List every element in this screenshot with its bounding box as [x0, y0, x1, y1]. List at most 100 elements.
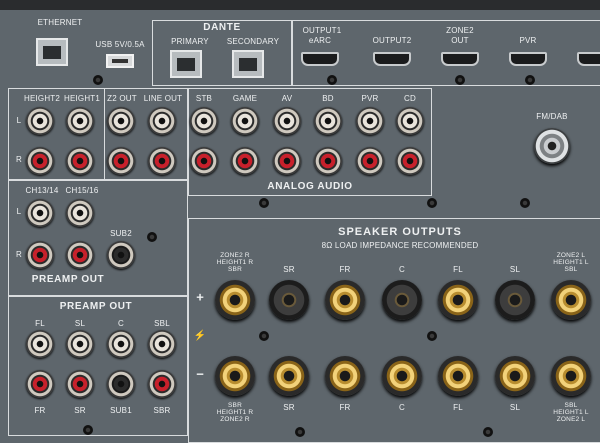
hdmi-output2-port[interactable] — [373, 52, 411, 66]
hdmi-output1-port[interactable] — [301, 52, 339, 66]
lightning-hazard-icon: ⚡ — [193, 330, 207, 342]
speaker-c-positive-terminal[interactable] — [382, 280, 422, 320]
speaker-sr-positive-terminal[interactable] — [269, 280, 309, 320]
speaker-fl-positive-terminal[interactable] — [438, 280, 478, 320]
ch1314-left-jack[interactable] — [26, 199, 54, 227]
preamp-sub1-label: SUB1 — [110, 406, 132, 415]
hdmi-earc-label: eARC — [308, 36, 332, 45]
preamp-sl-jack[interactable] — [66, 330, 94, 358]
ch1516-right-jack[interactable] — [66, 241, 94, 269]
hdmi-next-port[interactable] — [577, 52, 600, 66]
screw — [455, 75, 465, 85]
hdmi-pvr-port[interactable] — [509, 52, 547, 66]
positive-symbol: + — [196, 289, 204, 305]
ch1314-right-jack[interactable] — [26, 241, 54, 269]
preamp-sub1-jack[interactable] — [107, 370, 135, 398]
preamp-sbl-label: SBL — [154, 319, 170, 328]
analog-pvr-label: PVR — [361, 94, 379, 103]
speaker-zone2l-positive-terminal[interactable] — [551, 280, 591, 320]
analog-pvr-right-jack[interactable] — [356, 147, 384, 175]
preamp-sbl-jack[interactable] — [148, 330, 176, 358]
analog-av-left-jack[interactable] — [273, 107, 301, 135]
mid-left-label: L — [16, 207, 22, 216]
fm-dab-antenna-connector[interactable] — [534, 128, 570, 164]
preamp-fl-label: FL — [35, 319, 45, 328]
screw — [259, 331, 269, 341]
preamp-sbr-label: SBR — [153, 406, 171, 415]
speaker-sl-positive-terminal[interactable] — [495, 280, 535, 320]
ch1516-label: CH15/16 — [65, 186, 99, 195]
preamp-fl-jack[interactable] — [26, 330, 54, 358]
height1-label: HEIGHT1 — [63, 94, 101, 103]
speaker-impedance-note: 8Ω LOAD IMPEDANCE RECOMMENDED — [321, 241, 479, 250]
speaker-c-negative-terminal[interactable] — [382, 356, 422, 396]
preamp-sbr-jack[interactable] — [148, 370, 176, 398]
sub2-label: SUB2 — [110, 229, 132, 238]
preamp-sr-jack[interactable] — [66, 370, 94, 398]
hdmi-output2-label: OUTPUT2 — [372, 36, 412, 45]
speaker-sl-top-label: SL — [509, 265, 521, 274]
speaker-fr-negative-terminal[interactable] — [325, 356, 365, 396]
screw — [147, 232, 157, 242]
usb-port[interactable] — [106, 54, 134, 68]
screw — [83, 425, 93, 435]
z2out-label: Z2 OUT — [107, 94, 137, 103]
analog-game-right-jack[interactable] — [231, 147, 259, 175]
height2-right-jack[interactable] — [26, 147, 54, 175]
analog-av-right-jack[interactable] — [273, 147, 301, 175]
dante-primary-port[interactable] — [170, 50, 202, 78]
screw — [427, 331, 437, 341]
speaker-sr-negative-terminal[interactable] — [269, 356, 309, 396]
analog-bd-left-jack[interactable] — [314, 107, 342, 135]
speaker-c-top-label: C — [399, 265, 405, 274]
lineout-left-jack[interactable] — [148, 107, 176, 135]
speaker-fr-positive-terminal[interactable] — [325, 280, 365, 320]
analog-game-left-jack[interactable] — [231, 107, 259, 135]
analog-stb-left-jack[interactable] — [190, 107, 218, 135]
speaker-zone2l-negative-terminal[interactable] — [551, 356, 591, 396]
speaker-sr-bottom-label: SR — [283, 403, 295, 412]
height1-left-jack[interactable] — [66, 107, 94, 135]
analog-pvr-left-jack[interactable] — [356, 107, 384, 135]
ethernet-port[interactable] — [36, 38, 68, 66]
ch1516-left-jack[interactable] — [66, 199, 94, 227]
analog-bd-label: BD — [322, 94, 334, 103]
analog-stb-right-jack[interactable] — [190, 147, 218, 175]
z2out-right-jack[interactable] — [107, 147, 135, 175]
analog-stb-label: STB — [195, 94, 213, 103]
preamp-c-jack[interactable] — [107, 330, 135, 358]
speaker-zone2r-top-label: ZONE2 R HEIGHT1 R SBR — [216, 252, 254, 273]
sub2-jack[interactable] — [107, 241, 135, 269]
hdmi-zone2-port[interactable] — [441, 52, 479, 66]
ethernet-label: ETHERNET — [37, 18, 83, 27]
analog-audio-title: ANALOG AUDIO — [267, 181, 353, 192]
speaker-sbr-bottom-label: SBR HEIGHT1 R ZONE2 R — [216, 402, 254, 423]
z2out-left-jack[interactable] — [107, 107, 135, 135]
speaker-sl-bottom-label: SL — [509, 403, 521, 412]
preamp-sl-label: SL — [74, 319, 86, 328]
left-channel-label: L — [16, 116, 22, 125]
right-channel-label: R — [16, 155, 22, 164]
preamp-mid-title: PREAMP OUT — [31, 274, 105, 285]
height2-label: HEIGHT2 — [23, 94, 61, 103]
speaker-sl-negative-terminal[interactable] — [495, 356, 535, 396]
hdmi-out-label: OUT — [451, 36, 469, 45]
preamp-fr-jack[interactable] — [26, 370, 54, 398]
analog-bd-right-jack[interactable] — [314, 147, 342, 175]
negative-symbol: − — [196, 366, 204, 382]
top-edge — [0, 0, 600, 10]
height2-left-jack[interactable] — [26, 107, 54, 135]
dante-secondary-port[interactable] — [232, 50, 264, 78]
analog-cd-right-jack[interactable] — [396, 147, 424, 175]
speaker-zone2r-negative-terminal[interactable] — [215, 356, 255, 396]
speaker-fr-bottom-label: FR — [339, 403, 351, 412]
screw — [259, 198, 269, 208]
speaker-fl-negative-terminal[interactable] — [438, 356, 478, 396]
lineout-right-jack[interactable] — [148, 147, 176, 175]
fm-dab-label: FM/DAB — [536, 112, 568, 121]
speaker-zone2r-positive-terminal[interactable] — [215, 280, 255, 320]
height1-right-jack[interactable] — [66, 147, 94, 175]
analog-cd-left-jack[interactable] — [396, 107, 424, 135]
dante-label: DANTE — [203, 22, 241, 33]
screw — [525, 75, 535, 85]
